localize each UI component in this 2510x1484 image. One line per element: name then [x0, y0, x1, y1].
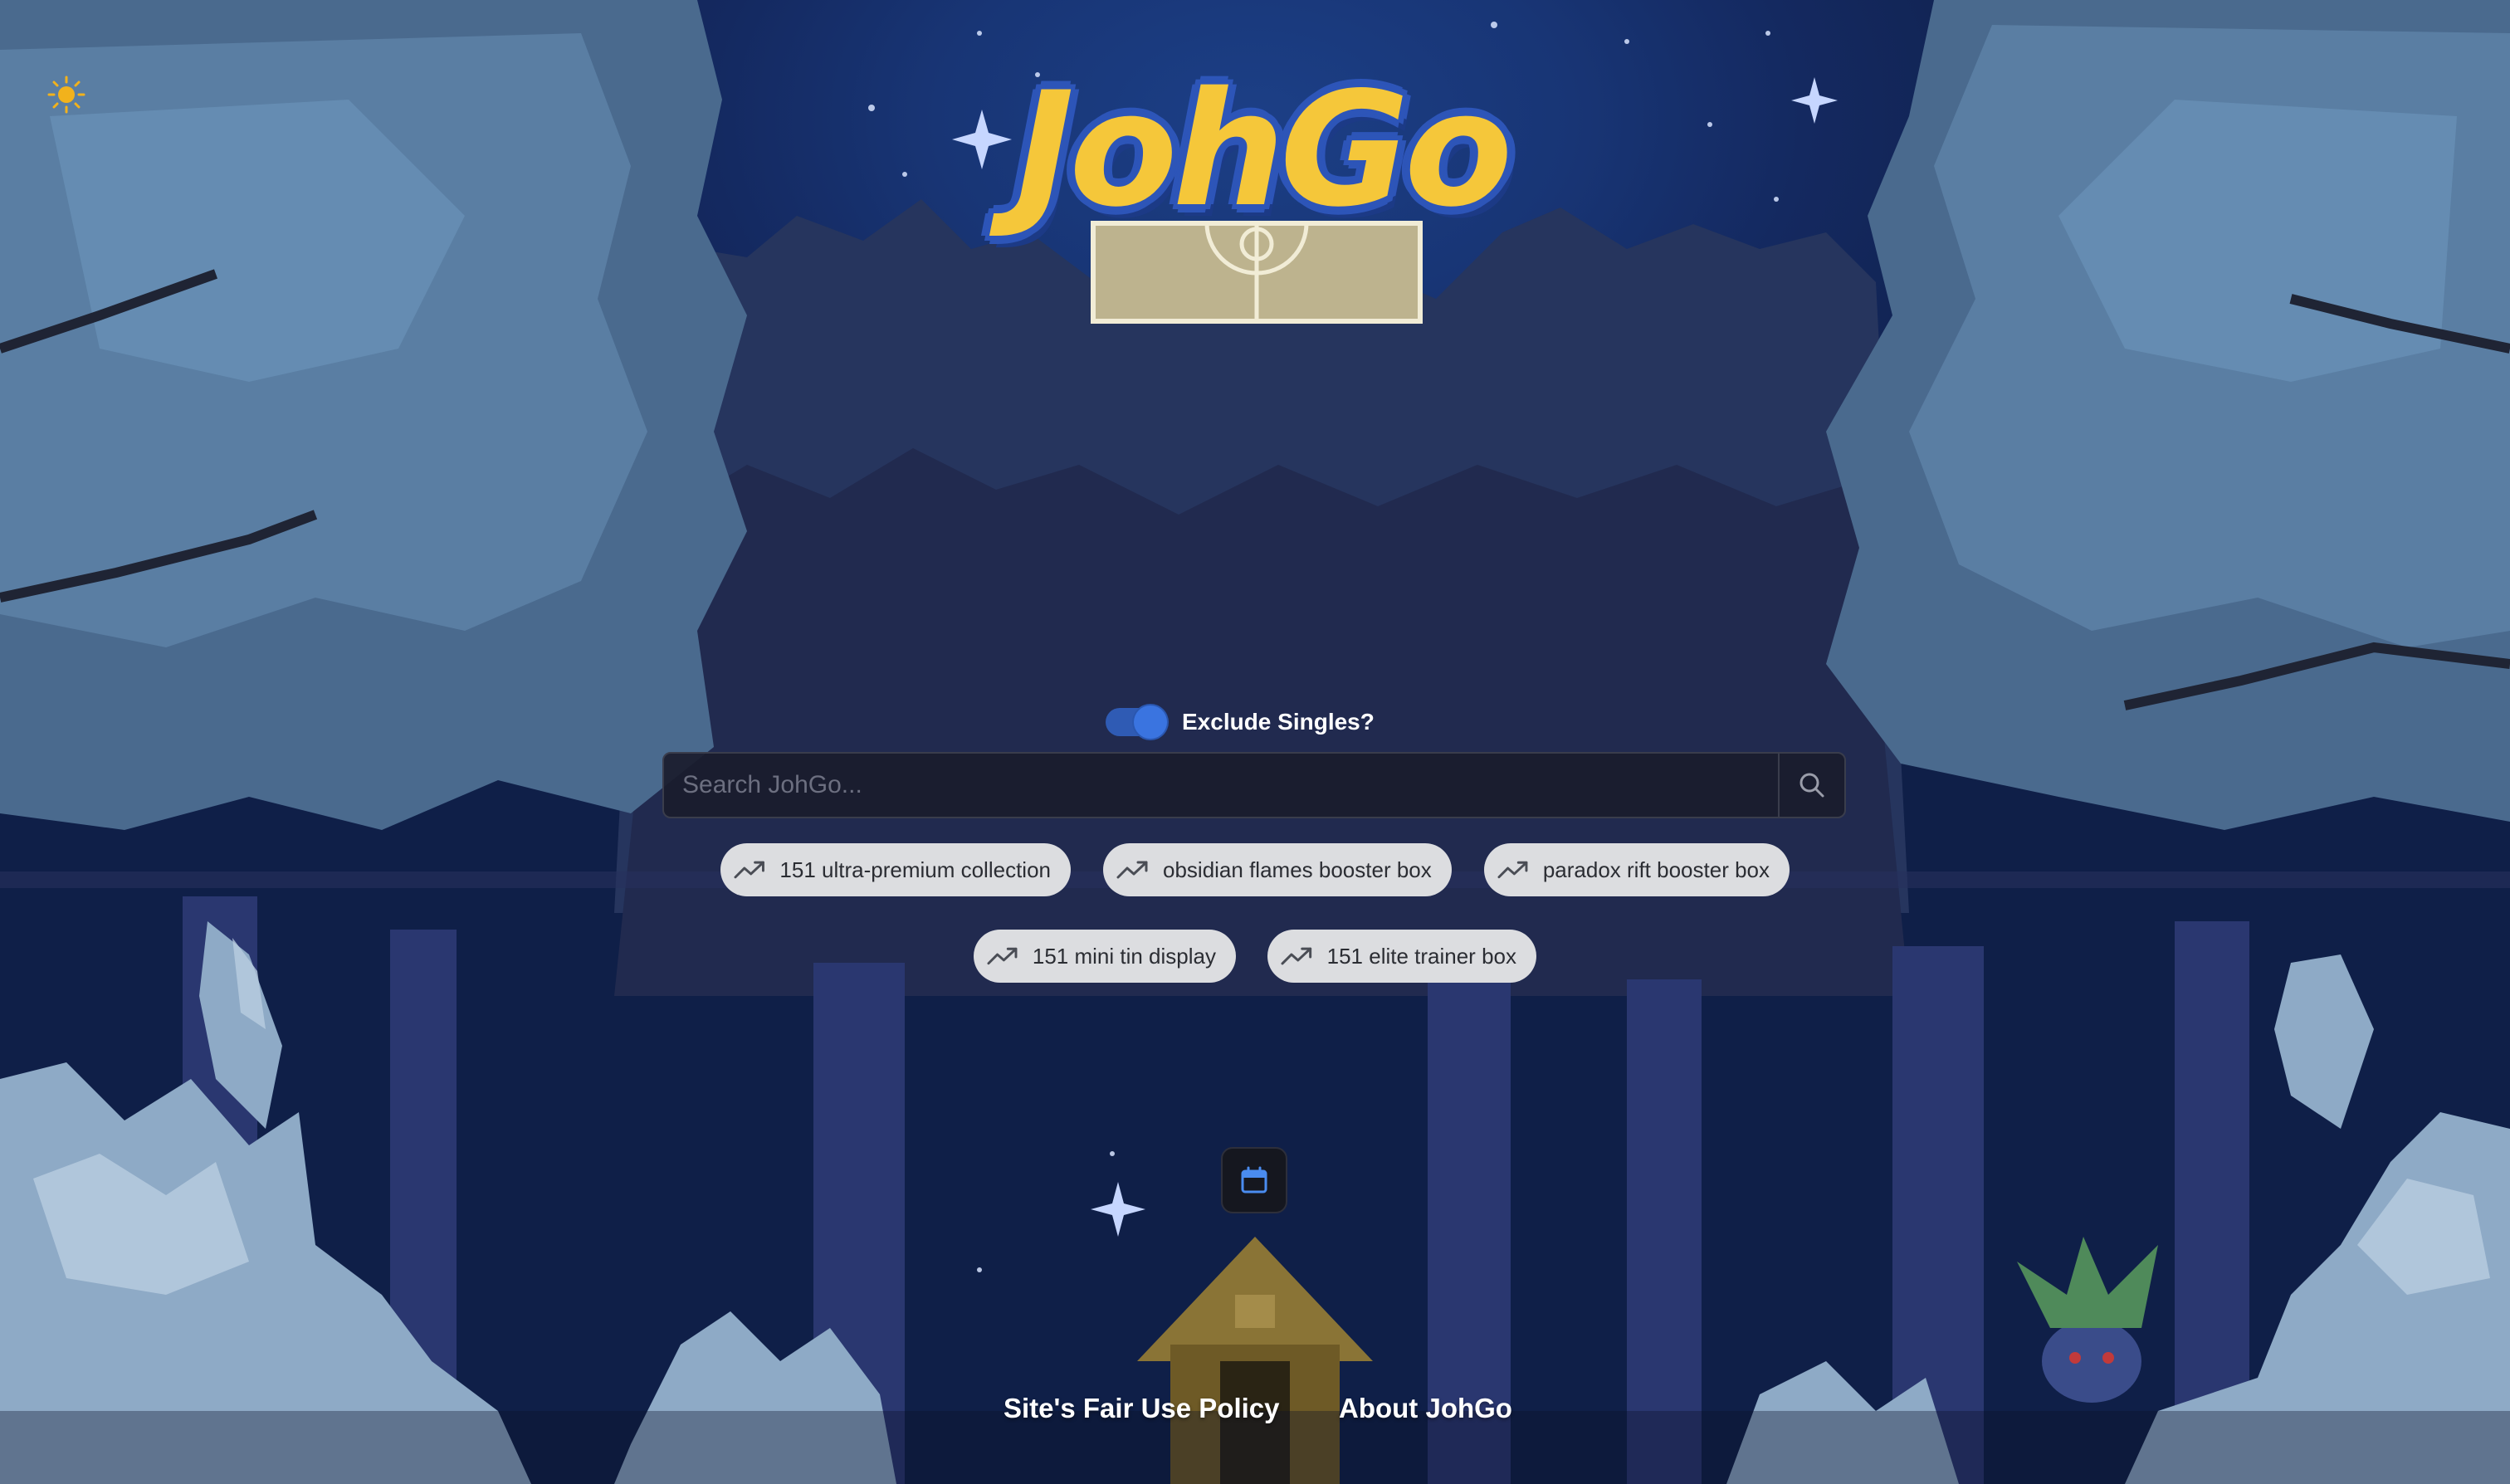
search-input[interactable] — [664, 754, 1778, 817]
fair-use-policy-link[interactable]: Site's Fair Use Policy — [1004, 1393, 1280, 1424]
trending-chip[interactable]: paradox rift booster box — [1484, 843, 1790, 896]
calendar-button[interactable] — [1221, 1147, 1287, 1213]
calendar-icon — [1241, 1166, 1267, 1194]
about-link[interactable]: About JohGo — [1339, 1393, 1512, 1424]
exclude-singles-label: Exclude Singles? — [1182, 709, 1375, 735]
search-icon — [1799, 773, 1824, 798]
trending-chip[interactable]: 151 elite trainer box — [1267, 930, 1536, 983]
trending-chip[interactable]: 151 ultra-premium collection — [720, 843, 1071, 896]
search-bar — [662, 752, 1846, 818]
trending-chip-label: 151 elite trainer box — [1326, 943, 1516, 969]
sun-icon — [47, 76, 85, 114]
trending-up-icon — [1281, 947, 1312, 965]
trending-up-icon — [987, 947, 1018, 965]
page: JohGo Exclude Singles? 151 ultra-premium… — [0, 0, 2510, 1484]
trending-up-icon — [734, 861, 764, 879]
search-button[interactable] — [1778, 754, 1844, 817]
trending-chip-label: obsidian flames booster box — [1163, 857, 1432, 882]
trending-chip-label: 151 ultra-premium collection — [779, 857, 1051, 882]
toggle-knob — [1134, 705, 1167, 739]
trending-up-icon — [1116, 861, 1148, 879]
theme-toggle-button[interactable] — [42, 70, 91, 120]
exclude-singles-row: Exclude Singles? — [1106, 704, 1375, 740]
trending-chip-label: paradox rift booster box — [1542, 857, 1770, 882]
trending-chip[interactable]: 151 mini tin display — [974, 930, 1236, 983]
trending-chip[interactable]: obsidian flames booster box — [1103, 843, 1452, 896]
trending-up-icon — [1497, 861, 1528, 879]
trending-chip-label: 151 mini tin display — [1032, 943, 1216, 969]
exclude-singles-toggle[interactable] — [1106, 705, 1167, 739]
logo-wordmark: JohGo — [1015, 57, 1513, 242]
johgo-logo[interactable]: JohGo — [1004, 58, 1519, 332]
